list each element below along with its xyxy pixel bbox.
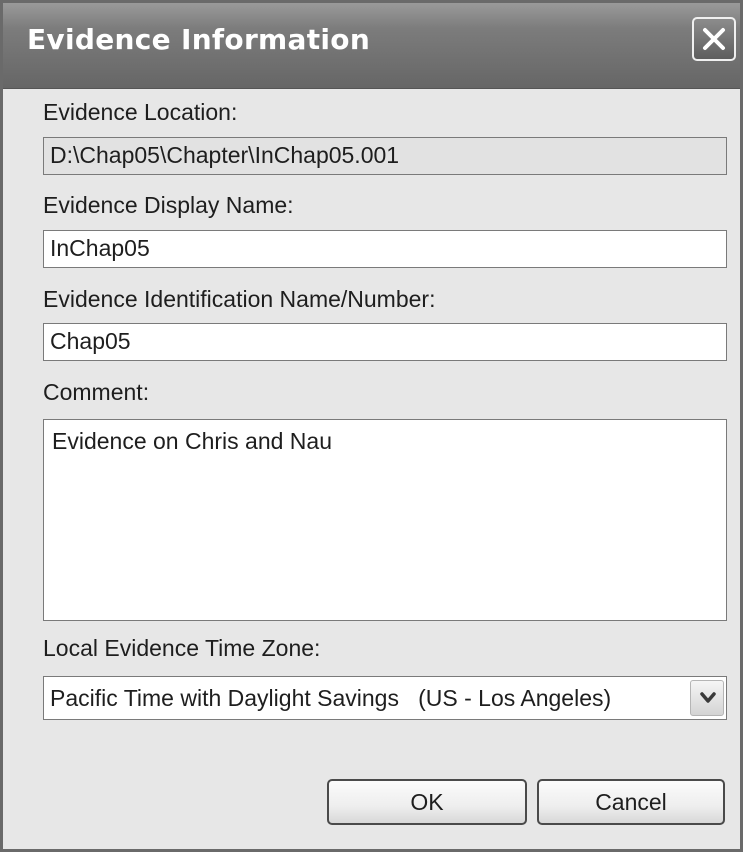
ok-button[interactable]: OK	[327, 779, 527, 825]
dialog-title: Evidence Information	[27, 23, 371, 56]
comment-textarea[interactable]: Evidence on Chris and Nau	[43, 419, 727, 621]
comment-label: Comment:	[43, 379, 150, 405]
time-zone-dropdown-button[interactable]	[690, 680, 724, 716]
chevron-down-icon	[700, 692, 716, 703]
time-zone-label: Local Evidence Time Zone:	[43, 635, 321, 661]
identification-label: Evidence Identification Name/Number:	[43, 286, 436, 312]
close-button[interactable]	[692, 17, 736, 61]
evidence-location-label: Evidence Location:	[43, 99, 238, 125]
identification-input[interactable]: Chap05	[43, 323, 727, 361]
evidence-information-dialog: Evidence Information Evidence Location: …	[0, 0, 743, 852]
time-zone-select[interactable]: Pacific Time with Daylight Savings (US -…	[43, 676, 727, 720]
display-name-label: Evidence Display Name:	[43, 192, 294, 218]
title-bar[interactable]: Evidence Information	[3, 3, 740, 89]
display-name-input[interactable]: InChap05	[43, 230, 727, 268]
close-icon	[703, 28, 725, 50]
time-zone-selected-value: Pacific Time with Daylight Savings (US -…	[50, 685, 612, 711]
evidence-location-field: D:\Chap05\Chapter\InChap05.001	[43, 137, 727, 175]
cancel-button[interactable]: Cancel	[537, 779, 725, 825]
